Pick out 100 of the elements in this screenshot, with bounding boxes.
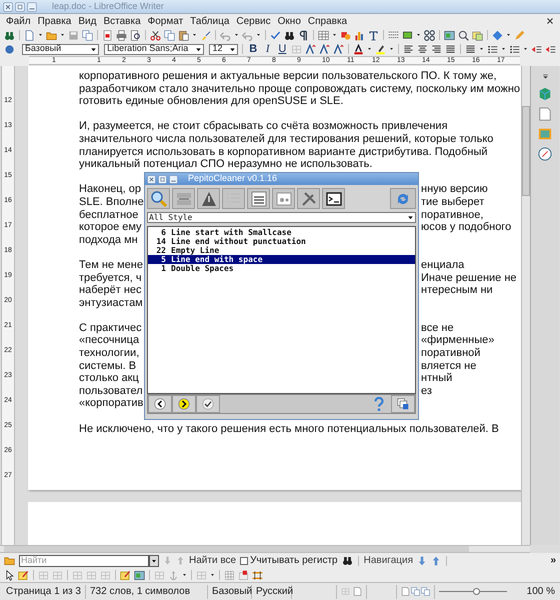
text-line: столько акц	[79, 372, 139, 385]
checkbox[interactable]	[240, 556, 248, 564]
highlight-icon[interactable]	[375, 44, 386, 54]
apply-button[interactable]	[196, 395, 220, 413]
line-spacing-icon[interactable]	[465, 44, 476, 54]
increase-indent-icon[interactable]	[545, 44, 556, 54]
zoom-level: 100 %	[526, 585, 556, 599]
paste-icon[interactable]	[178, 30, 189, 40]
menu-item[interactable]: Вид	[78, 14, 96, 28]
text-line: значительного числа пользователей для тестирования решений, которые только	[79, 132, 494, 146]
bold-button[interactable]: B	[247, 40, 259, 58]
navigator-icon[interactable]	[458, 30, 469, 40]
underline-button[interactable]: U	[276, 40, 288, 58]
dock-icon[interactable]	[540, 72, 550, 81]
menu-item[interactable]: Правка	[38, 14, 72, 28]
helplines-icon[interactable]	[252, 570, 263, 580]
forward-button[interactable]	[172, 395, 196, 413]
list-item[interactable]: 5 Line end with space	[148, 255, 415, 264]
binoculars-icon[interactable]	[284, 30, 295, 40]
gallery-icon[interactable]	[444, 30, 455, 40]
frame-icon[interactable]	[134, 570, 145, 580]
list-item[interactable]: 1 Double Spaces	[148, 264, 415, 273]
document-modified-icon	[353, 587, 362, 596]
horizontal-scrollbar[interactable]	[0, 545, 530, 553]
pointer-icon[interactable]	[4, 570, 15, 580]
compass-icon[interactable]	[538, 147, 552, 161]
more-button[interactable]: »	[550, 553, 556, 568]
book-view-icon[interactable]	[421, 587, 430, 596]
find-all-button[interactable]: Найти все	[189, 553, 236, 568]
list-item[interactable]: 6 Line start with Smallcase	[148, 228, 415, 237]
single-page-icon[interactable]	[401, 587, 410, 596]
text-line: требуется, ч	[79, 272, 142, 284]
align-right-icon[interactable]	[431, 44, 442, 54]
list-item[interactable]: 14 Line end without punctuation	[148, 237, 415, 246]
spellcheck-icon[interactable]	[270, 30, 281, 40]
documents-icon[interactable]	[82, 30, 93, 40]
menu-item[interactable]: Справка	[308, 14, 348, 28]
search-field[interactable]: Найти	[19, 554, 149, 566]
bullets-icon[interactable]	[487, 44, 498, 54]
toolbar-button[interactable]	[247, 188, 270, 209]
maximize-icon[interactable]	[15, 2, 25, 12]
fields-icon[interactable]	[388, 30, 399, 40]
close-icon[interactable]	[546, 17, 554, 25]
styles-icon[interactable]	[4, 44, 15, 54]
page-icon[interactable]	[538, 107, 552, 121]
back-button[interactable]	[148, 395, 172, 413]
font-name-dropdown[interactable]: Liberation Sans;Aria	[104, 44, 204, 54]
font-size-dropdown[interactable]: 12	[209, 44, 238, 54]
text-line: готовить единые обновления для openSUSE и SLE.	[79, 95, 344, 108]
cut-icon[interactable]	[150, 30, 161, 40]
font-shadow-icon[interactable]	[333, 44, 344, 54]
table-icon[interactable]	[318, 30, 329, 40]
decrease-indent-icon[interactable]	[531, 44, 542, 54]
chart-icon[interactable]	[354, 30, 365, 40]
grow-font-icon[interactable]	[305, 44, 316, 54]
toolbar-button[interactable]	[322, 188, 345, 209]
arrow-down-icon[interactable]	[417, 556, 428, 566]
text-line: юсов у подобного	[421, 221, 512, 234]
italic-button[interactable]: I	[262, 40, 274, 58]
list-item[interactable]: 22 Empty Line	[148, 246, 415, 255]
arrow-up-icon[interactable]	[431, 556, 442, 566]
edit-icon[interactable]	[120, 570, 131, 580]
dropdown-button[interactable]	[149, 554, 159, 566]
text-line: планируется использовать в корпоративном варианте дистрибутива. Подобный	[79, 146, 489, 158]
zoom-slider[interactable]	[439, 588, 507, 596]
menu-item[interactable]: Окно	[278, 14, 301, 28]
minimize-icon[interactable]	[169, 174, 178, 184]
copy-icon[interactable]	[164, 30, 175, 40]
align-center-icon[interactable]	[417, 44, 428, 54]
pdf-icon[interactable]	[102, 30, 113, 40]
minimize-icon[interactable]	[27, 2, 37, 12]
shapes-icon[interactable]	[340, 30, 351, 40]
text-frame-icon[interactable]	[368, 30, 379, 40]
menu-item[interactable]: Вставка	[103, 14, 141, 28]
menu-item[interactable]: Файл	[6, 14, 31, 28]
slider-thumb[interactable]	[472, 588, 480, 594]
windows-button[interactable]	[391, 395, 415, 413]
printer-icon[interactable]	[116, 30, 127, 40]
menu-item[interactable]: Формат	[148, 14, 184, 28]
menu-item[interactable]: Таблица	[190, 14, 230, 28]
print-preview-icon[interactable]	[130, 30, 141, 40]
binoculars-icon[interactable]	[342, 555, 353, 566]
menu-item[interactable]: Сервис	[236, 14, 271, 28]
justify-icon[interactable]	[445, 44, 456, 54]
windows-icon	[397, 398, 409, 410]
vertical-scrollbar[interactable]	[521, 66, 530, 545]
multi-page-icon[interactable]	[411, 587, 420, 596]
font-color-icon[interactable]	[353, 44, 364, 54]
numbering-icon[interactable]	[509, 44, 520, 54]
filter-dropdown[interactable]: All Style	[147, 212, 416, 223]
align-left-icon[interactable]	[403, 44, 414, 54]
database-icon[interactable]	[472, 30, 483, 40]
shrink-font-icon[interactable]	[319, 44, 330, 54]
paragraph-style-dropdown[interactable]: Базовый	[22, 44, 100, 54]
brush-icon[interactable]	[200, 30, 211, 40]
folder-icon[interactable]	[4, 555, 15, 566]
edit-icon[interactable]	[18, 570, 29, 580]
maximize-icon[interactable]	[158, 174, 167, 184]
command-icon[interactable]	[424, 30, 435, 40]
pilcrow-icon[interactable]	[298, 30, 309, 40]
